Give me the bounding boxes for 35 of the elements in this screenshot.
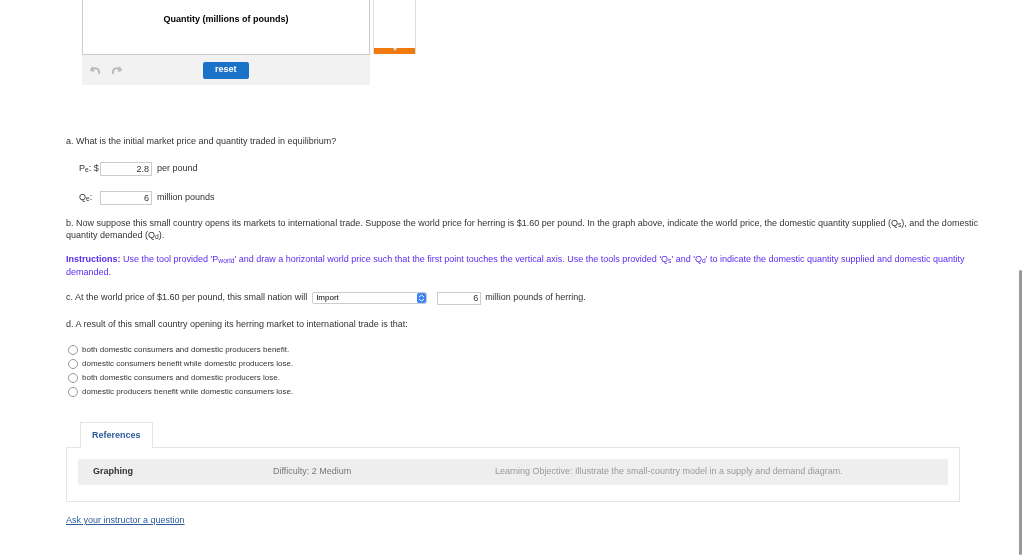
topic-label: Graphing xyxy=(93,465,134,479)
unit-label: per pound xyxy=(157,161,198,175)
references-tab[interactable]: References xyxy=(80,422,153,448)
option-label: domestic producers benefit while domestic consumers lose. xyxy=(82,385,294,398)
radio-button[interactable] xyxy=(68,344,78,355)
field-label: Q$_{e}$: xyxy=(79,190,94,205)
answer-field[interactable]: 6 xyxy=(100,190,152,205)
answer-field[interactable]: 2.8 xyxy=(100,161,152,176)
question-text: c. At the world price of $1.60 per pound, this small nation will xyxy=(66,291,308,305)
option-label: domestic consumers benefit while domestic producers lose. xyxy=(82,357,294,370)
difficulty-label: Difficulty: 2 Medium xyxy=(273,465,353,479)
ask-instructor-link[interactable]: Ask your instructor a question xyxy=(66,514,185,528)
unit-label: million pounds of herring. xyxy=(485,291,586,305)
select-arrows-icon xyxy=(417,293,427,303)
trade-select[interactable]: Import xyxy=(312,292,428,304)
instructions-text: Instructions: Use the tool provided 'P$_{world}$' and draw a horizontal world price such that the first point touches the vertical axis. Use the tools provided 'Q$_{s}$' and 'Q$_{d}$' to indicate the domestic quantity supplied and domestic quantity demanded. xyxy=(66,252,966,279)
axis-label: Quantity (millions of pounds) xyxy=(163,13,289,27)
reset-button[interactable]: reset xyxy=(203,61,249,79)
question-text: b. Now suppose this small country opens its markets to international trade. Suppose the world price for herring is $1.60 per pound. In the graph above, indicate the world price, the domestic quantity supplied (Q$_{s}$), and the domestic quantity demanded (Q$_{d}$). xyxy=(66,216,979,241)
unit-label: million pounds xyxy=(157,190,215,204)
option-label: both domestic consumers and domestic producers lose. xyxy=(82,371,280,384)
answer-field[interactable]: 6 xyxy=(437,291,482,305)
question-text: d. A result of this small country opening its herring market to international trade is that: xyxy=(66,317,409,331)
undo-icon[interactable] xyxy=(90,65,101,75)
dropdown-tab[interactable] xyxy=(374,48,415,54)
redo-icon[interactable] xyxy=(111,65,122,75)
question-text: a. What is the initial market price and quantity traded in equilibrium? xyxy=(66,135,338,148)
objective-label: Learning Objective: Illustrate the small-country model in a supply and demand diagram. xyxy=(495,465,843,479)
radio-button[interactable] xyxy=(68,372,78,383)
radio-button[interactable] xyxy=(68,386,78,397)
radio-button[interactable] xyxy=(68,358,78,369)
scrollbar[interactable] xyxy=(1019,270,1022,555)
field-label: P$_{e}$: $ xyxy=(79,161,100,176)
caret-icon xyxy=(392,48,397,51)
option-label: both domestic consumers and domestic producers benefit. xyxy=(82,343,290,356)
